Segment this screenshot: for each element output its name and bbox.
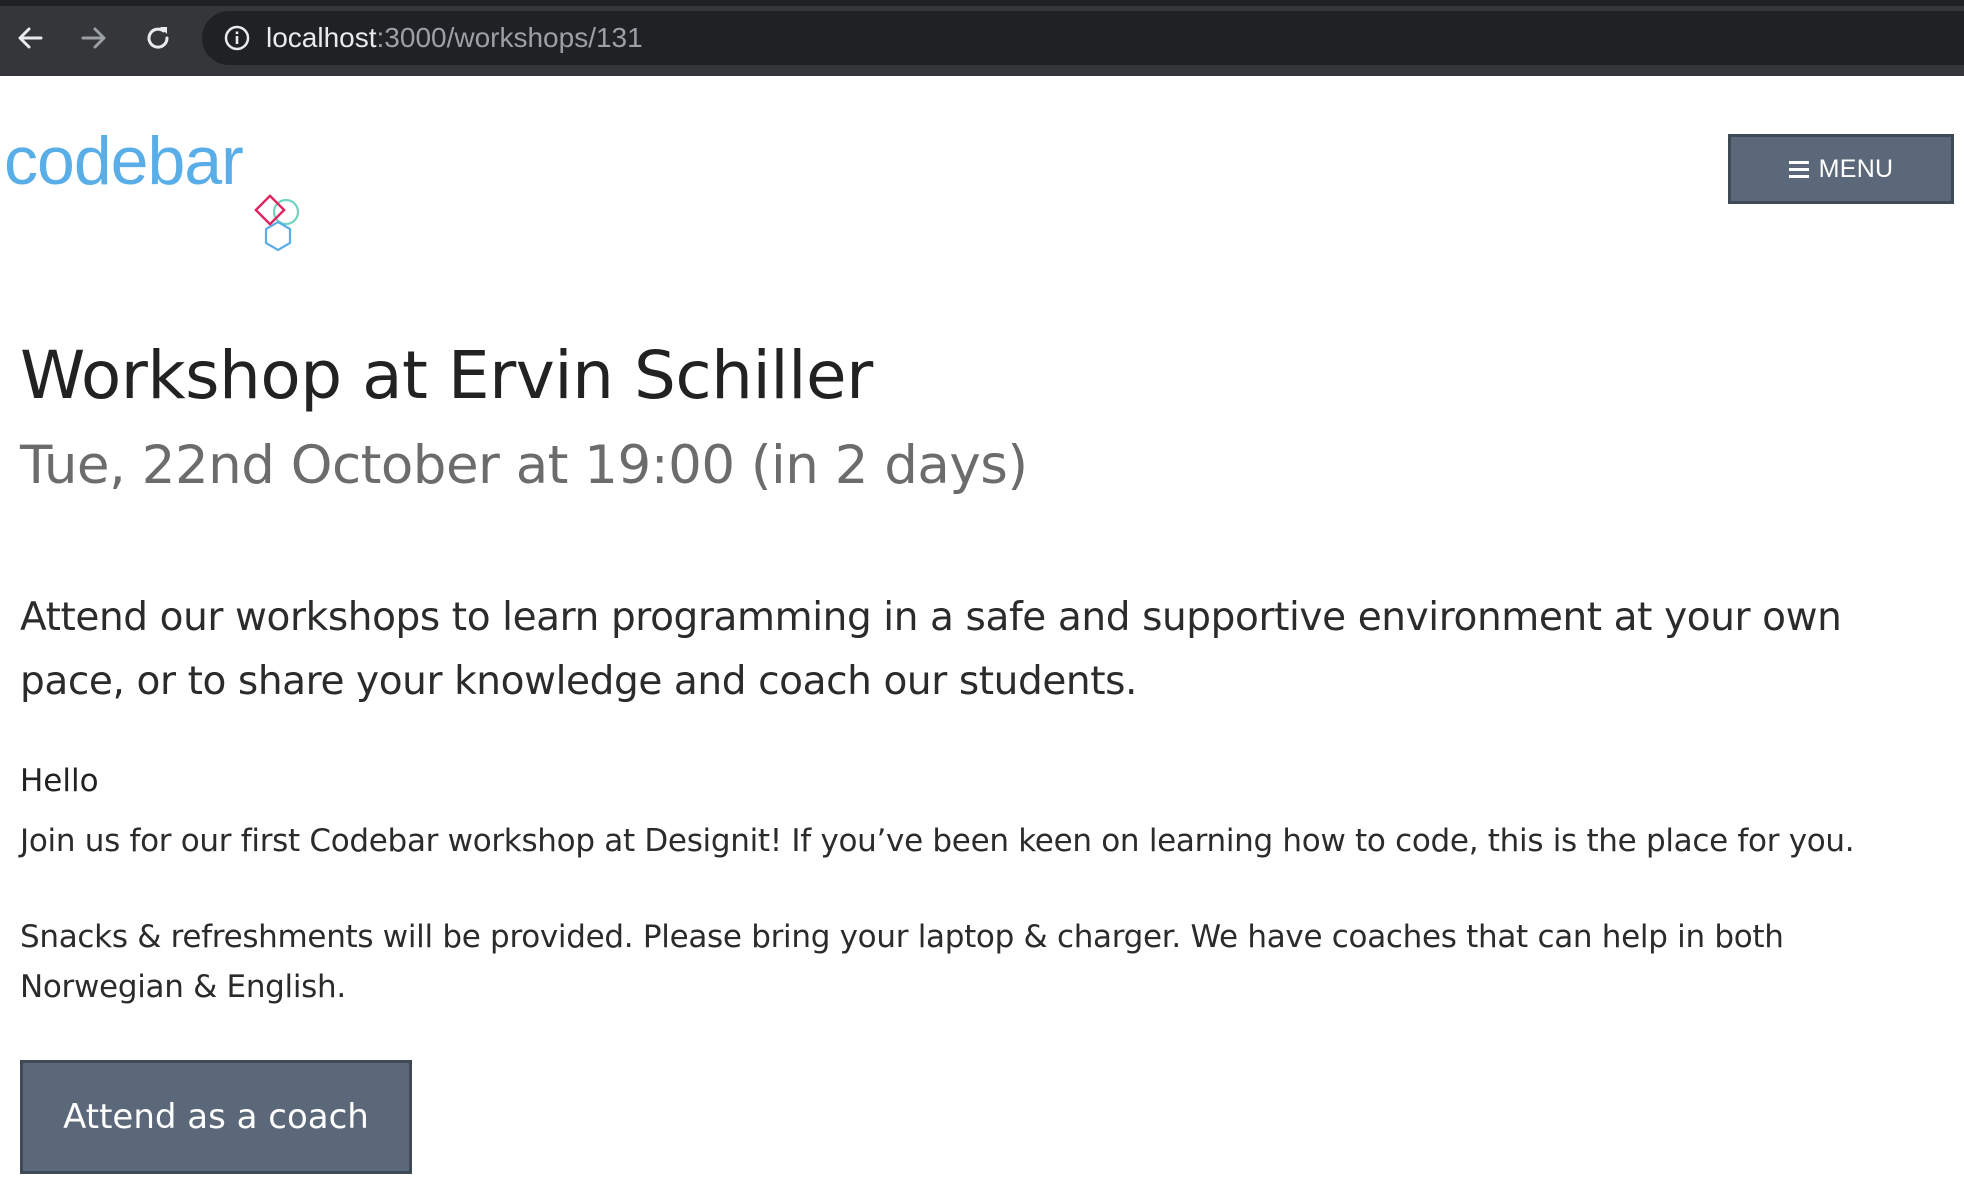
url-path: :3000/workshops/131 — [376, 22, 643, 53]
browser-toolbar: localhost:3000/workshops/131 — [0, 0, 1964, 76]
greeting-heading: Hello — [20, 763, 99, 799]
hamburger-icon — [1788, 160, 1809, 178]
description-paragraph-1: Join us for our first Codebar workshop a… — [20, 823, 1855, 859]
tab-strip-edge — [0, 0, 1964, 6]
url-text: localhost:3000/workshops/131 — [266, 22, 643, 54]
logo-wordmark: codebar — [4, 123, 244, 199]
menu-label: MENU — [1818, 154, 1894, 183]
address-bar[interactable]: localhost:3000/workshops/131 — [202, 11, 1964, 65]
reload-icon[interactable] — [138, 18, 178, 58]
url-host: localhost — [266, 22, 377, 53]
back-arrow-icon[interactable] — [10, 18, 50, 58]
attend-as-coach-button[interactable]: Attend as a coach — [20, 1060, 412, 1174]
forward-arrow-icon[interactable] — [74, 18, 114, 58]
page-title: Workshop at Ervin Schiller — [20, 337, 873, 414]
intro-lead: Attend our workshops to learn programmin… — [20, 595, 1842, 704]
codebar-logo[interactable]: codebar — [4, 120, 314, 252]
info-icon[interactable] — [222, 23, 252, 53]
menu-button[interactable]: MENU — [1728, 134, 1954, 204]
workshop-datetime: Tue, 22nd October at 19:00 (in 2 days) — [20, 435, 1028, 496]
page: codebar MENU Workshop at Ervin Schiller … — [0, 76, 1964, 1184]
logo-mark-icon — [254, 194, 300, 252]
description-paragraph-2: Snacks & refreshments will be provided. … — [20, 919, 1784, 1005]
